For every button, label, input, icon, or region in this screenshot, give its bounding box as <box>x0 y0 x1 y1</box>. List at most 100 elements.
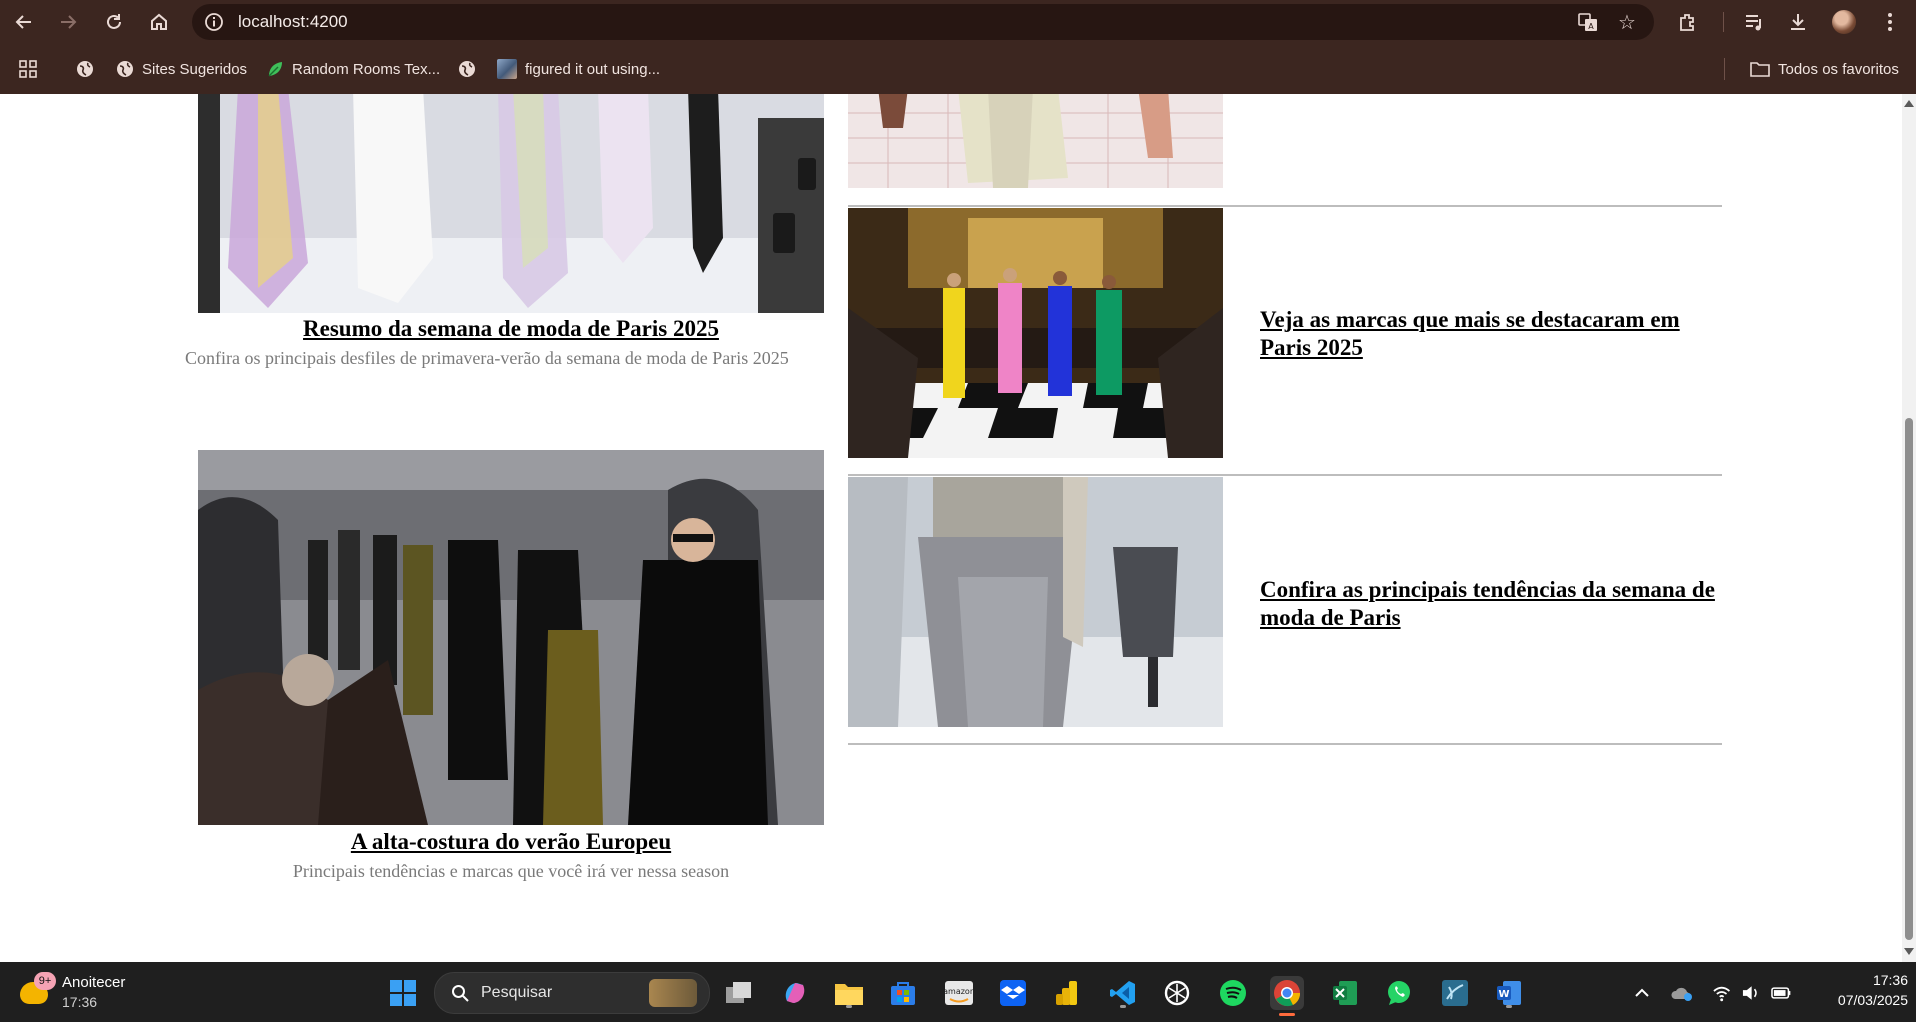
address-bar[interactable]: localhost:4200 A ☆ <box>192 4 1654 40</box>
dropbox-app[interactable] <box>996 976 1030 1010</box>
url-text[interactable]: localhost:4200 <box>238 12 348 32</box>
windows-start-button[interactable] <box>386 976 420 1010</box>
reload-button[interactable] <box>98 6 130 38</box>
running-indicator <box>846 1005 852 1008</box>
list-divider <box>848 474 1722 476</box>
database-tool-app[interactable] <box>1438 976 1472 1010</box>
search-highlight-icon <box>649 979 697 1007</box>
bookmark-divider <box>1724 58 1725 80</box>
weather-title: Anoitecer <box>62 974 126 991</box>
spotify-icon <box>1220 980 1246 1006</box>
runway-illustration <box>198 94 824 313</box>
copilot-icon <box>785 983 805 1003</box>
excel-icon <box>1333 981 1357 1005</box>
bookmark-label: figured it out using... <box>525 60 661 78</box>
card-title-alta-costura[interactable]: A alta-costura do verão Europeu <box>198 828 824 856</box>
arrow-left-icon <box>15 15 31 29</box>
bookmark-item-1[interactable]: Sites Sugeridos <box>116 56 247 82</box>
search-icon <box>452 985 469 1002</box>
bookmark-item-3[interactable] <box>458 56 484 82</box>
clock-date: 07/03/2025 <box>1837 992 1908 1008</box>
weather-widget[interactable]: 9+ Anoitecer 17:36 <box>18 970 138 1014</box>
vscode-app[interactable] <box>1106 976 1140 1010</box>
forward-button[interactable] <box>52 6 84 38</box>
chatgpt-app[interactable] <box>1160 976 1194 1010</box>
whatsapp-icon <box>1388 981 1410 1005</box>
menu-button[interactable] <box>1874 6 1906 38</box>
globe-icon <box>459 61 475 77</box>
list-title-marcas[interactable]: Veja as marcas que mais se destacaram em… <box>1260 306 1730 362</box>
battery-icon <box>1770 987 1791 999</box>
scroll-down-arrow-icon[interactable] <box>1904 948 1914 955</box>
chevron-up-icon <box>1635 988 1649 997</box>
spotify-app[interactable] <box>1216 976 1250 1010</box>
runway-illustration <box>848 477 1223 727</box>
page-scrollbar[interactable] <box>1902 94 1916 962</box>
home-button[interactable] <box>143 6 175 38</box>
extensions-button[interactable] <box>1672 6 1704 38</box>
profile-avatar[interactable] <box>1828 6 1860 38</box>
card-description-alta-costura: Principais tendências e marcas que você … <box>292 861 730 881</box>
onedrive-tray-icon[interactable] <box>1668 976 1696 1010</box>
running-indicator <box>1120 1005 1126 1008</box>
file-explorer-app[interactable] <box>832 976 866 1010</box>
copilot-app[interactable] <box>778 976 812 1010</box>
card-image-alta-costura[interactable] <box>198 450 824 825</box>
windows-logo-icon <box>390 980 416 1006</box>
bookmark-star-icon[interactable]: ☆ <box>1614 9 1640 35</box>
taskbar-search-box[interactable]: Pesquisar <box>434 972 710 1014</box>
translate-icon[interactable]: A <box>1576 10 1600 34</box>
bookmark-item-2[interactable]: Random Rooms Tex... <box>266 56 440 82</box>
page-viewport: Resumo da semana de moda de Paris 2025 C… <box>0 94 1902 962</box>
arrow-right-icon <box>61 15 77 29</box>
all-favorites-label: Todos os favoritos <box>1778 60 1899 78</box>
downloads-button[interactable] <box>1782 6 1814 38</box>
word-app[interactable]: W <box>1492 976 1526 1010</box>
chrome-icon <box>1274 980 1301 1007</box>
speaker-icon <box>1743 986 1758 1000</box>
list-image-top-partial[interactable] <box>848 94 1223 188</box>
bookmark-item-0[interactable] <box>76 56 102 82</box>
globe-icon <box>77 61 93 77</box>
chrome-app[interactable] <box>1270 976 1304 1016</box>
scrollbar-thumb[interactable] <box>1905 418 1913 940</box>
site-info-icon[interactable] <box>202 10 226 34</box>
playlist-icon <box>1746 15 1761 31</box>
task-view-button[interactable] <box>722 976 756 1010</box>
running-indicator <box>1506 1005 1512 1008</box>
card-image-paris-runway[interactable] <box>198 94 824 313</box>
chatgpt-icon <box>1164 980 1190 1006</box>
list-title-tendencias[interactable]: Confira as principais tendências da sema… <box>1260 576 1730 632</box>
vscode-icon <box>1110 981 1135 1005</box>
power-bi-app[interactable] <box>1050 976 1084 1010</box>
word-icon: W <box>1497 981 1521 1005</box>
browser-chrome: localhost:4200 A ☆ Sites Sugeridos Rando… <box>0 0 1916 94</box>
runway-illustration <box>198 450 824 825</box>
whatsapp-app[interactable] <box>1382 976 1416 1010</box>
show-hidden-icons-button[interactable] <box>1628 976 1656 1010</box>
system-clock[interactable]: 17:36 07/03/2025 <box>1808 970 1908 1014</box>
excel-app[interactable] <box>1328 976 1362 1010</box>
bookmark-item-4[interactable]: figured it out using... <box>497 56 660 82</box>
bookmark-label: Sites Sugeridos <box>142 60 248 78</box>
scroll-up-arrow-icon[interactable] <box>1904 100 1914 107</box>
system-tray-status[interactable] <box>1712 980 1792 1006</box>
card-title-resumo[interactable]: Resumo da semana de moda de Paris 2025 <box>198 315 824 343</box>
all-favorites-button[interactable]: Todos os favoritos <box>1750 56 1899 82</box>
reload-icon <box>107 14 121 29</box>
amazon-app[interactable]: amazon <box>942 976 976 1010</box>
list-image-tendencias[interactable] <box>848 477 1223 727</box>
thumbnail-icon <box>497 59 517 79</box>
back-button[interactable] <box>8 6 40 38</box>
store-icon <box>891 982 915 1005</box>
microsoft-store-app[interactable] <box>886 976 920 1010</box>
kebab-menu-icon <box>1888 13 1892 31</box>
toolbar-divider <box>1723 12 1724 32</box>
bookmark-label: Random Rooms Tex... <box>292 60 441 78</box>
clock-time: 17:36 <box>1872 972 1908 988</box>
list-image-marcas[interactable] <box>848 208 1223 458</box>
apps-button[interactable] <box>18 56 38 82</box>
weather-time: 17:36 <box>62 994 98 1010</box>
media-control-button[interactable] <box>1738 6 1770 38</box>
power-bi-icon <box>1056 981 1077 1005</box>
